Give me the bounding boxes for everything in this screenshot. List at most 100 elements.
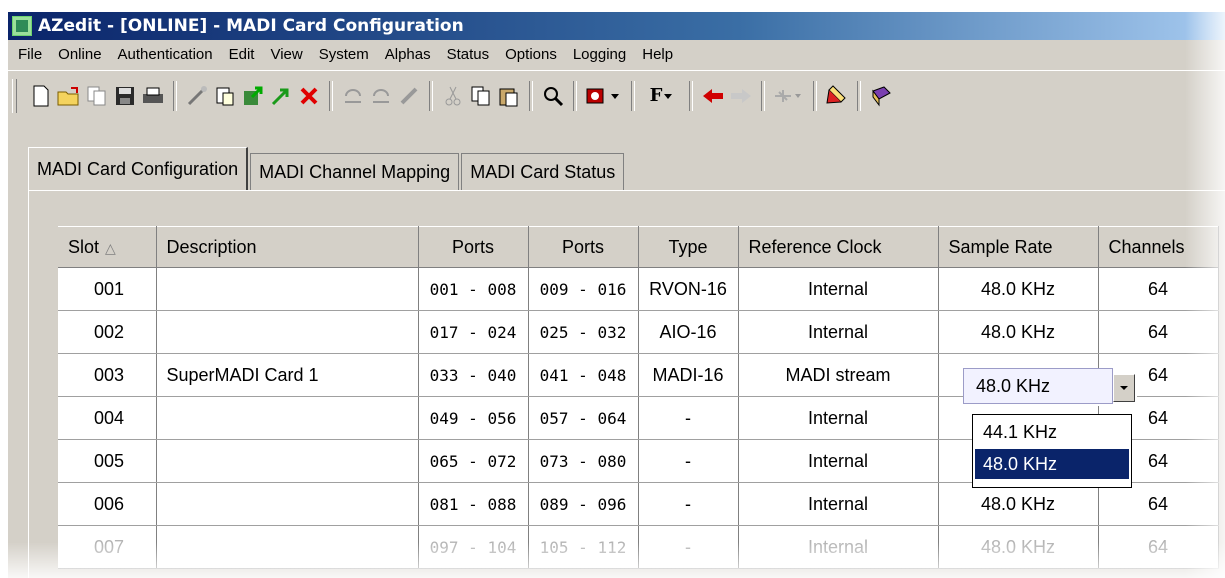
grid-cell-channels[interactable]: 64 [1098, 310, 1219, 354]
grid-cell-description[interactable] [156, 267, 419, 311]
grid-cell-slot[interactable]: 006 [58, 482, 157, 526]
grid-cell-description[interactable] [156, 482, 419, 526]
grid-cell-reference-clock[interactable]: Internal [738, 310, 939, 354]
menu-edit[interactable]: Edit [229, 46, 255, 63]
sample-rate-dropdown[interactable]: 48.0 KHz [963, 368, 1137, 406]
grid-cell-sample-rate[interactable]: 48.0 KHz [938, 267, 1099, 311]
menu-file[interactable]: File [18, 46, 42, 63]
toolbar-grip[interactable] [12, 79, 17, 113]
back-icon[interactable] [700, 82, 726, 110]
search-icon[interactable] [540, 82, 566, 110]
title-bar[interactable]: AZedit - [ONLINE] - MADI Card Configurat… [8, 12, 1225, 40]
forward-icon[interactable] [728, 82, 754, 110]
grid-cell-ports-a[interactable]: 001 - 008 [418, 267, 529, 311]
menu-view[interactable]: View [270, 46, 302, 63]
column-header-ports-b[interactable]: Ports [528, 226, 639, 268]
grid-cell-channels[interactable]: 64 [1098, 482, 1219, 526]
grid-cell-sample-rate[interactable]: 48.0 KHz [938, 482, 1099, 526]
grid-cell-ports-b[interactable]: 009 - 016 [528, 267, 639, 311]
grid-cell-ports-b[interactable]: 105 - 112 [528, 525, 639, 569]
table-row[interactable]: 001 001 - 008 009 - 016 RVON-16 Internal 48.0… [58, 267, 1219, 311]
column-header-ports-a[interactable]: Ports [418, 226, 529, 268]
upload-icon[interactable] [240, 82, 266, 110]
keypanel-icon[interactable] [584, 82, 624, 110]
arrow-up-green-icon[interactable] [268, 82, 294, 110]
menu-logging[interactable]: Logging [573, 46, 626, 63]
grid-cell-sample-rate[interactable]: 48.0 KHz [938, 525, 1099, 569]
grid-cell-channels[interactable]: 64 [1098, 267, 1219, 311]
sample-rate-option-48-0[interactable]: 48.0 KHz [975, 449, 1129, 479]
grid-cell-description[interactable] [156, 439, 419, 483]
grid-cell-slot[interactable]: 005 [58, 439, 157, 483]
grid-cell-description[interactable]: SuperMADI Card 1 [156, 353, 419, 397]
grid-cell-ports-a[interactable]: 065 - 072 [418, 439, 529, 483]
open-icon[interactable] [56, 82, 82, 110]
grid-cell-type[interactable]: RVON-16 [638, 267, 739, 311]
tab-madi-card-status[interactable]: MADI Card Status [461, 153, 625, 190]
redo-icon[interactable] [368, 82, 394, 110]
table-row[interactable]: 006 081 - 088 089 - 096- Internal 48.0 KHz 64 [58, 482, 1219, 526]
book-icon[interactable] [868, 82, 894, 110]
grid-cell-sample-rate[interactable]: 48.0 KHz [938, 310, 1099, 354]
grid-cell-ports-b[interactable]: 073 - 080 [528, 439, 639, 483]
grid-cell-type[interactable]: - [638, 482, 739, 526]
grid-cell-slot[interactable]: 004 [58, 396, 157, 440]
sample-rate-dropdown-value[interactable]: 48.0 KHz [963, 368, 1113, 404]
menu-help[interactable]: Help [642, 46, 673, 63]
copy-icon[interactable] [468, 82, 494, 110]
table-row[interactable]: 002 017 - 024 025 - 032 AIO-16 Internal 48.0 … [58, 310, 1219, 354]
grid-cell-slot[interactable]: 007 [58, 525, 157, 569]
grid-cell-reference-clock[interactable]: Internal [738, 482, 939, 526]
pen-icon[interactable] [396, 82, 422, 110]
column-header-sample-rate[interactable]: Sample Rate [938, 226, 1099, 268]
tab-madi-card-configuration[interactable]: MADI Card Configuration [28, 147, 249, 190]
column-header-reference-clock[interactable]: Reference Clock [738, 226, 939, 268]
menu-system[interactable]: System [319, 46, 369, 63]
column-header-slot[interactable]: Slot △ [58, 226, 157, 268]
menu-online[interactable]: Online [58, 46, 101, 63]
menu-authentication[interactable]: Authentication [118, 46, 213, 63]
new-icon[interactable] [28, 82, 54, 110]
save-icon[interactable] [112, 82, 138, 110]
grid-cell-slot[interactable]: 001 [58, 267, 157, 311]
grid-cell-channels[interactable]: 64 [1098, 525, 1219, 569]
column-header-type[interactable]: Type [638, 226, 739, 268]
grid-cell-slot[interactable]: 003 [58, 353, 157, 397]
grid-cell-reference-clock[interactable]: Internal [738, 439, 939, 483]
cut-icon[interactable] [440, 82, 466, 110]
grid-cell-ports-b[interactable]: 089 - 096 [528, 482, 639, 526]
menu-alphas[interactable]: Alphas [385, 46, 431, 63]
grid-cell-reference-clock[interactable]: MADI stream [738, 353, 939, 397]
grid-cell-ports-a[interactable]: 049 - 056 [418, 396, 529, 440]
grid-cell-ports-a[interactable]: 033 - 040 [418, 353, 529, 397]
paste-icon[interactable] [496, 82, 522, 110]
grid-cell-slot[interactable]: 002 [58, 310, 157, 354]
grid-cell-reference-clock[interactable]: Internal [738, 525, 939, 569]
grid-cell-type[interactable]: AIO-16 [638, 310, 739, 354]
copy-doc-icon[interactable] [84, 82, 110, 110]
marker-icon[interactable] [824, 82, 850, 110]
menu-status[interactable]: Status [447, 46, 490, 63]
menu-options[interactable]: Options [505, 46, 557, 63]
wand-icon[interactable] [184, 82, 210, 110]
sample-rate-option-44-1[interactable]: 44.1 KHz [975, 417, 1129, 447]
grid-cell-type[interactable]: - [638, 525, 739, 569]
column-header-description[interactable]: Description [156, 226, 419, 268]
print-icon[interactable] [140, 82, 166, 110]
grid-cell-type[interactable]: - [638, 396, 739, 440]
grid-cell-ports-b[interactable]: 041 - 048 [528, 353, 639, 397]
undo-icon[interactable] [340, 82, 366, 110]
grid-cell-description[interactable] [156, 310, 419, 354]
grid-cell-type[interactable]: - [638, 439, 739, 483]
network-icon[interactable] [772, 82, 806, 110]
cancel-icon[interactable] [296, 82, 322, 110]
chevron-down-icon[interactable] [1113, 374, 1135, 402]
grid-cell-reference-clock[interactable]: Internal [738, 267, 939, 311]
grid-cell-ports-a[interactable]: 081 - 088 [418, 482, 529, 526]
grid-cell-type[interactable]: MADI-16 [638, 353, 739, 397]
column-header-channels[interactable]: Channels [1098, 226, 1219, 268]
paste-doc-icon[interactable] [212, 82, 238, 110]
grid-cell-ports-a[interactable]: 097 - 104 [418, 525, 529, 569]
grid-cell-ports-b[interactable]: 025 - 032 [528, 310, 639, 354]
grid-cell-reference-clock[interactable]: Internal [738, 396, 939, 440]
